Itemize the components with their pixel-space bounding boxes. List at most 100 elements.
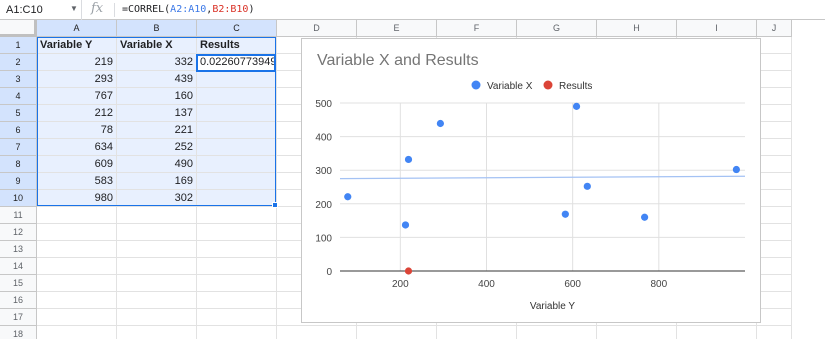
data-point[interactable] [732, 165, 740, 174]
cell-a2[interactable]: 219 [37, 54, 117, 71]
cell-b5[interactable]: 137 [117, 105, 197, 122]
cell-j8[interactable] [757, 156, 792, 173]
cell-b17[interactable] [117, 309, 197, 326]
cell-j11[interactable] [757, 207, 792, 224]
row-header-3[interactable]: 3 [0, 71, 37, 88]
cell-c6[interactable] [197, 122, 277, 139]
row-header-9[interactable]: 9 [0, 173, 37, 190]
data-point[interactable] [583, 182, 591, 190]
scatter-chart[interactable]: Variable X and Results 0 100 200 300 400 500 2… [301, 38, 761, 323]
cell-c16[interactable] [197, 292, 277, 309]
cell-j6[interactable] [757, 122, 792, 139]
cell-b9[interactable]: 169 [117, 173, 197, 190]
cell-a12[interactable] [37, 224, 117, 241]
cell-a6[interactable]: 78 [37, 122, 117, 139]
column-header-f[interactable]: F [437, 20, 517, 37]
column-header-e[interactable]: E [357, 20, 437, 37]
row-header-1[interactable]: 1 [0, 37, 37, 54]
cell-j18[interactable] [757, 326, 792, 339]
select-all-corner[interactable] [0, 20, 37, 37]
cell-j9[interactable] [757, 173, 792, 190]
cell-b14[interactable] [117, 258, 197, 275]
cell-a1[interactable]: Variable Y [37, 37, 117, 54]
row-header-10[interactable]: 10 [0, 190, 37, 207]
cell-b4[interactable]: 160 [117, 88, 197, 105]
cell-j13[interactable] [757, 241, 792, 258]
row-header-16[interactable]: 16 [0, 292, 37, 309]
data-point[interactable] [401, 221, 410, 229]
cell-b15[interactable] [117, 275, 197, 292]
row-header-11[interactable]: 11 [0, 207, 37, 224]
cell-a5[interactable]: 212 [37, 105, 117, 122]
dropdown-caret-icon[interactable]: ▼ [70, 4, 78, 13]
row-header-4[interactable]: 4 [0, 88, 37, 105]
cell-a17[interactable] [37, 309, 117, 326]
data-point[interactable] [344, 193, 352, 201]
cell-j12[interactable] [757, 224, 792, 241]
cell-j5[interactable] [757, 105, 792, 122]
cell-c4[interactable] [197, 88, 277, 105]
cell-c13[interactable] [197, 241, 277, 258]
row-header-15[interactable]: 15 [0, 275, 37, 292]
row-header-8[interactable]: 8 [0, 156, 37, 173]
cell-c18[interactable] [197, 326, 277, 339]
row-header-5[interactable]: 5 [0, 105, 37, 122]
cell-a14[interactable] [37, 258, 117, 275]
cell-b10[interactable]: 302 [117, 190, 197, 207]
cell-c9[interactable] [197, 173, 277, 190]
row-header-6[interactable]: 6 [0, 122, 37, 139]
cell-b12[interactable] [117, 224, 197, 241]
cell-j14[interactable] [757, 258, 792, 275]
column-header-a[interactable]: A [37, 20, 117, 37]
cell-j17[interactable] [757, 309, 792, 326]
row-header-13[interactable]: 13 [0, 241, 37, 258]
column-header-b[interactable]: B [117, 20, 197, 37]
cell-j4[interactable] [757, 88, 792, 105]
cell-a9[interactable]: 583 [37, 173, 117, 190]
cell-b11[interactable] [117, 207, 197, 224]
cell-a4[interactable]: 767 [37, 88, 117, 105]
cell-a11[interactable] [37, 207, 117, 224]
data-point[interactable] [404, 267, 413, 275]
column-header-d[interactable]: D [277, 20, 357, 37]
column-header-h[interactable]: H [597, 20, 677, 37]
cell-b13[interactable] [117, 241, 197, 258]
column-header-j[interactable]: J [757, 20, 792, 37]
cell-c2[interactable]: 0.02260773949 [197, 54, 277, 71]
data-point[interactable] [641, 213, 649, 221]
cell-j10[interactable] [757, 190, 792, 207]
column-header-i[interactable]: I [677, 20, 757, 37]
column-header-c[interactable]: C [197, 20, 277, 37]
cell-a13[interactable] [37, 241, 117, 258]
data-point[interactable] [561, 210, 569, 218]
cell-a18[interactable] [37, 326, 117, 339]
cell-e18[interactable] [357, 326, 437, 339]
row-header-12[interactable]: 12 [0, 224, 37, 241]
formula-input[interactable]: =CORREL(A2:A10,B2:B10) [122, 4, 254, 15]
data-point[interactable] [436, 119, 444, 128]
row-header-17[interactable]: 17 [0, 309, 37, 326]
cell-c3[interactable] [197, 71, 277, 88]
cell-c15[interactable] [197, 275, 277, 292]
cell-a3[interactable]: 293 [37, 71, 117, 88]
cell-b8[interactable]: 490 [117, 156, 197, 173]
column-header-g[interactable]: G [517, 20, 597, 37]
cell-j7[interactable] [757, 139, 792, 156]
name-box[interactable]: A1:C10 ▼ [0, 0, 82, 20]
data-point[interactable] [404, 155, 413, 164]
cell-b16[interactable] [117, 292, 197, 309]
cell-j2[interactable] [757, 54, 792, 71]
cell-a10[interactable]: 980 [37, 190, 117, 207]
cell-a8[interactable]: 609 [37, 156, 117, 173]
data-point[interactable] [572, 102, 581, 110]
cell-h18[interactable] [597, 326, 677, 339]
cell-c8[interactable] [197, 156, 277, 173]
cell-b18[interactable] [117, 326, 197, 339]
cell-c17[interactable] [197, 309, 277, 326]
cell-f18[interactable] [437, 326, 517, 339]
cell-a7[interactable]: 634 [37, 139, 117, 156]
cell-j15[interactable] [757, 275, 792, 292]
cell-c14[interactable] [197, 258, 277, 275]
cell-j3[interactable] [757, 71, 792, 88]
cell-b3[interactable]: 439 [117, 71, 197, 88]
